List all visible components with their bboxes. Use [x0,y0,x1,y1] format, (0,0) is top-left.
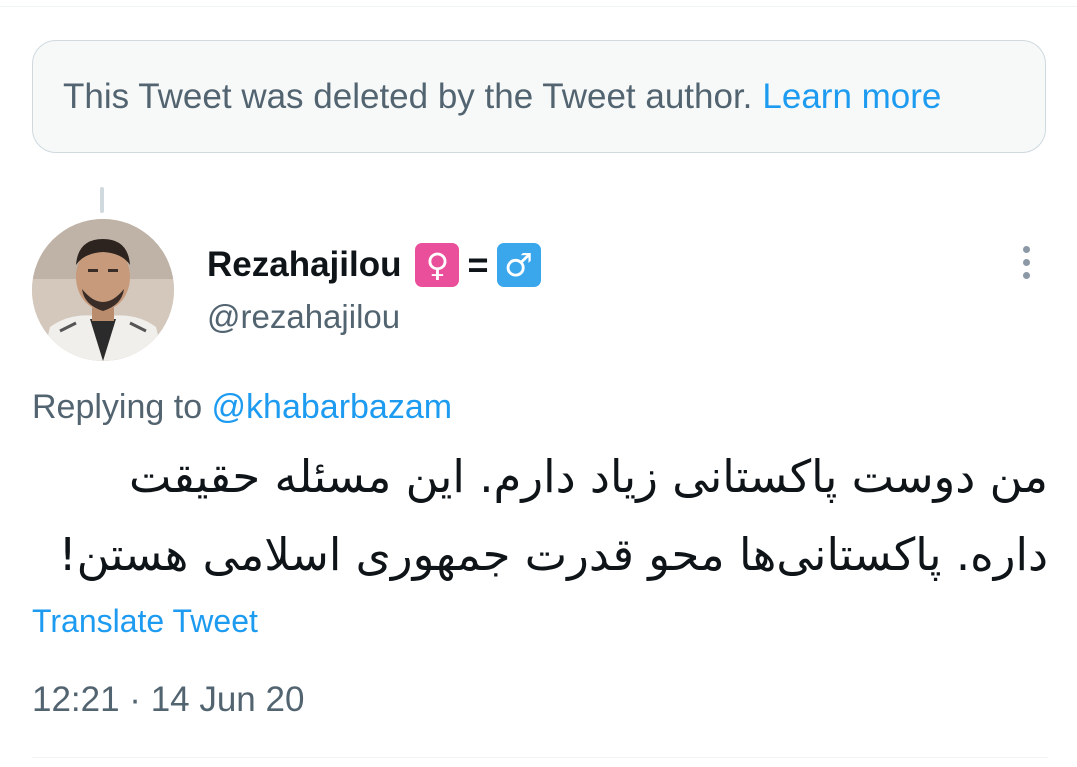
author-name-row[interactable]: Rezahajilou ♀ = ♂ [207,240,541,290]
more-options-button[interactable] [1006,240,1046,284]
tweet-text: من دوست پاکستانی زیاد دارم. این مسئله حق… [58,450,1048,581]
replying-to-label: Replying to [32,388,212,426]
replying-to: Replying to @khabarbazam [32,388,452,427]
avatar[interactable] [32,219,174,361]
thread-connector-line [100,187,104,213]
top-divider [0,6,1077,7]
deleted-tweet-notice: This Tweet was deleted by the Tweet auth… [32,40,1046,153]
display-name[interactable]: Rezahajilou [207,245,401,285]
bottom-divider [32,757,1048,758]
mention-link[interactable]: @khabarbazam [212,388,453,426]
translate-tweet-link[interactable]: Translate Tweet [32,603,258,640]
male-sign-icon: ♂ [496,243,541,287]
female-sign-icon: ♀ [415,243,460,287]
equals-sign: = [467,244,489,285]
avatar-image [32,219,174,361]
deleted-notice-text: This Tweet was deleted by the Tweet auth… [63,76,753,116]
tweet-timestamp[interactable]: 12:21 · 14 Jun 20 [32,680,304,720]
author-handle[interactable]: @rezahajilou [207,298,400,336]
learn-more-link[interactable]: Learn more [762,77,941,117]
more-icon [1022,245,1030,253]
